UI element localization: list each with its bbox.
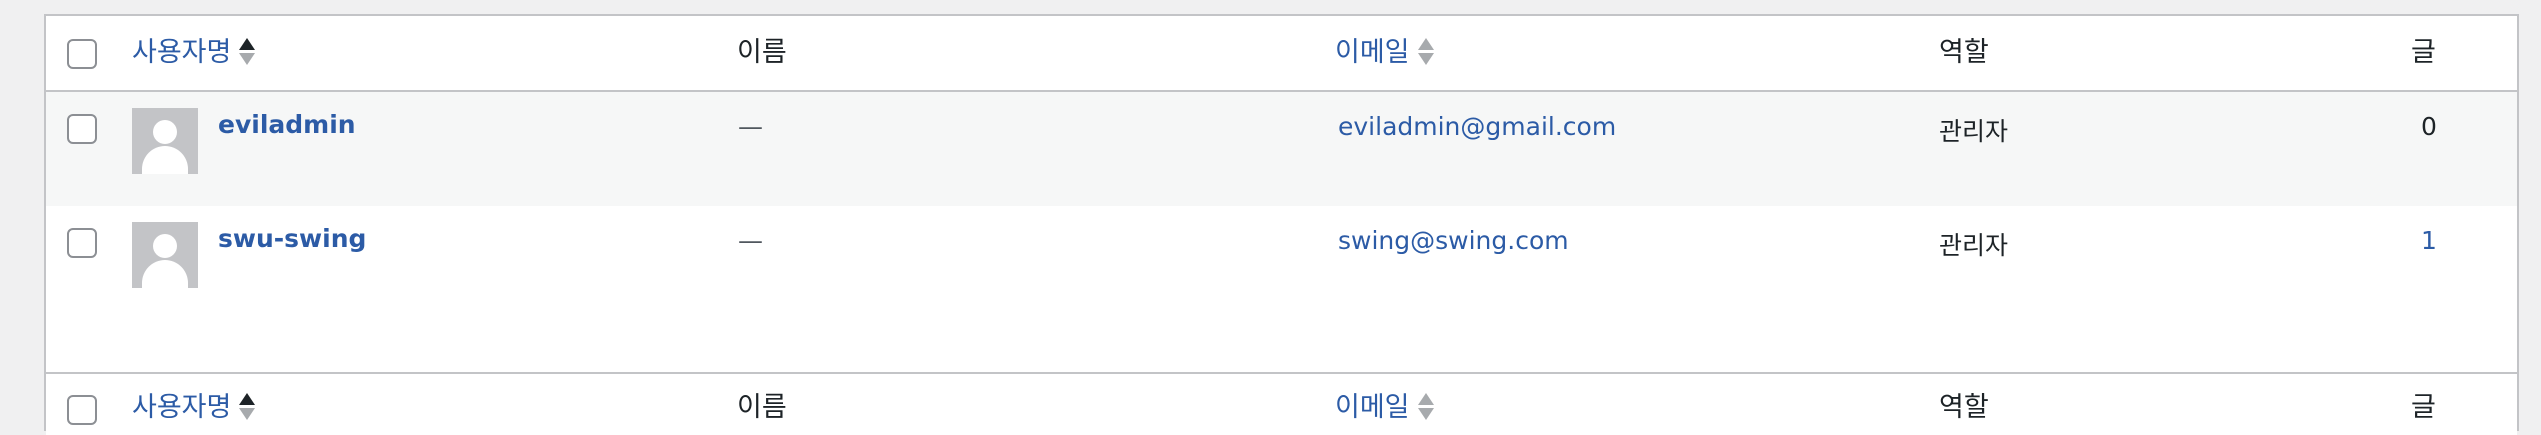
role-cell: 관리자 xyxy=(1939,117,2009,146)
row-checkbox[interactable] xyxy=(67,228,97,258)
name-cell: — xyxy=(738,226,763,255)
column-email-sort-footer[interactable]: 이메일 xyxy=(1335,391,1434,425)
username-link[interactable]: swu-swing xyxy=(218,224,366,253)
name-cell: — xyxy=(738,112,763,141)
column-posts-label: 글 xyxy=(2411,392,2436,423)
column-email-sort[interactable]: 이메일 xyxy=(1335,36,1434,70)
email-link[interactable]: swing@swing.com xyxy=(1338,226,1569,255)
role-cell: 관리자 xyxy=(1939,231,2009,260)
posts-count-link[interactable]: 1 xyxy=(2421,226,2437,255)
column-email-label[interactable]: 이메일 xyxy=(1335,37,1410,68)
column-username-label[interactable]: 사용자명 xyxy=(132,37,231,68)
sort-asc-icon xyxy=(239,390,256,422)
select-all-checkbox[interactable] xyxy=(67,39,97,69)
table-row: eviladmin — eviladmin@gmail.com 관리자 0 xyxy=(46,92,2517,206)
table-header: 사용자명 이름 이메일 역할 글 xyxy=(46,16,2517,92)
posts-count: 0 xyxy=(2421,112,2437,141)
row-checkbox[interactable] xyxy=(67,114,97,144)
select-all-checkbox-footer[interactable] xyxy=(67,395,97,425)
column-username-label[interactable]: 사용자명 xyxy=(132,392,231,423)
column-name-label: 이름 xyxy=(737,392,787,423)
column-username-sort-footer[interactable]: 사용자명 xyxy=(132,390,256,425)
column-email-label[interactable]: 이메일 xyxy=(1335,392,1410,423)
column-name-label: 이름 xyxy=(737,37,787,68)
table-row: swu-swing — swing@swing.com 관리자 1 xyxy=(46,206,2517,372)
sort-asc-icon xyxy=(239,35,256,67)
avatar xyxy=(132,222,198,288)
column-posts-label: 글 xyxy=(2411,37,2436,68)
username-link[interactable]: eviladmin xyxy=(218,110,356,139)
column-username-sort[interactable]: 사용자명 xyxy=(132,35,256,70)
column-role-label: 역할 xyxy=(1939,392,1989,423)
sort-icon xyxy=(1417,390,1434,422)
sort-icon xyxy=(1417,35,1434,67)
avatar xyxy=(132,108,198,174)
column-role-label: 역할 xyxy=(1939,37,1989,68)
users-table: 사용자명 이름 이메일 역할 글 eviladmin — eviladmin@g… xyxy=(44,14,2519,435)
table-footer: 사용자명 이름 이메일 역할 글 xyxy=(46,372,2517,435)
email-link[interactable]: eviladmin@gmail.com xyxy=(1338,112,1616,141)
